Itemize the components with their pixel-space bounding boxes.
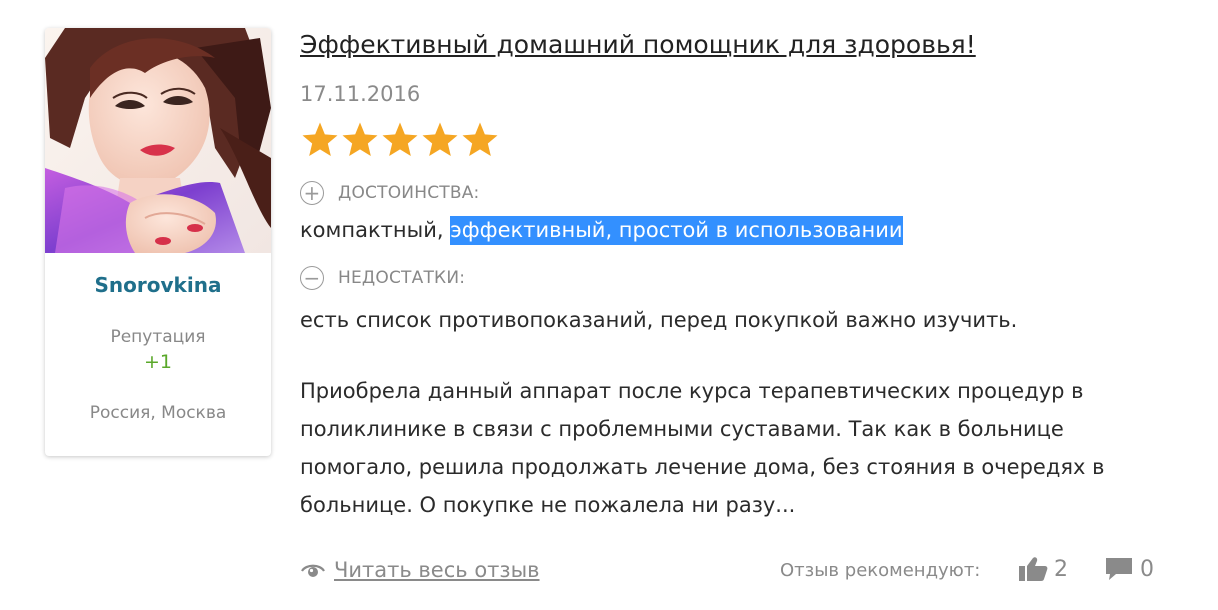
star-icon: [422, 122, 458, 156]
review-body-line: Приобрела данный аппарат после курса тер…: [300, 379, 1084, 403]
star-icon: [462, 122, 498, 156]
thumbs-up-icon: [1019, 557, 1048, 581]
rating-stars: [300, 120, 500, 160]
likes-count: 2: [1054, 556, 1068, 582]
recommend-label: Отзыв рекомендуют:: [780, 560, 981, 581]
author-card: Snorovkina Репутация +1 Россия, Москва: [45, 28, 271, 456]
pros-selected-text: эффективный, простой в использовании: [450, 216, 903, 245]
review-body-line: помогало, решила продолжать лечение дома…: [300, 455, 1105, 479]
star-icon: [382, 122, 418, 156]
cons-text: есть список противопоказаний, перед поку…: [300, 308, 1018, 332]
reputation-value: +1: [143, 351, 172, 373]
cons-header: − НЕДОСТАТКИ:: [300, 266, 465, 290]
pros-label: ДОСТОИНСТВА:: [338, 183, 480, 203]
author-name[interactable]: Snorovkina: [45, 273, 271, 297]
minus-circle-icon: −: [300, 266, 324, 290]
comment-icon: [1106, 558, 1132, 580]
comments-count: 0: [1140, 556, 1154, 582]
pros-text: компактный, эффективный, простой в испол…: [300, 216, 903, 245]
star-icon: [342, 122, 378, 156]
review-body-line: больнице. О покупке не пожалела ни разу.…: [300, 493, 796, 517]
review-date: 17.11.2016: [300, 82, 421, 106]
pros-plain: компактный,: [300, 218, 451, 242]
read-full-review-link[interactable]: Читать весь отзыв: [300, 558, 540, 582]
reputation-label: Репутация: [110, 327, 206, 347]
review-body: Приобрела данный аппарат после курса тер…: [300, 372, 1200, 524]
pros-header: + ДОСТОИНСТВА:: [300, 181, 479, 205]
author-location: Россия, Москва: [89, 403, 227, 423]
review-title[interactable]: Эффективный домашний помощник для здоров…: [300, 30, 976, 59]
like-button[interactable]: 2: [1018, 556, 1068, 582]
eye-icon: [301, 564, 325, 577]
avatar[interactable]: [45, 28, 271, 253]
cons-label: НЕДОСТАТКИ:: [338, 268, 466, 288]
read-full-review-label[interactable]: Читать весь отзыв: [334, 558, 540, 582]
comments-button[interactable]: 0: [1104, 556, 1154, 582]
plus-circle-icon: +: [300, 181, 324, 205]
review-body-line: поликлинике в связи с проблемными сустав…: [300, 417, 1064, 441]
star-icon: [302, 122, 338, 156]
